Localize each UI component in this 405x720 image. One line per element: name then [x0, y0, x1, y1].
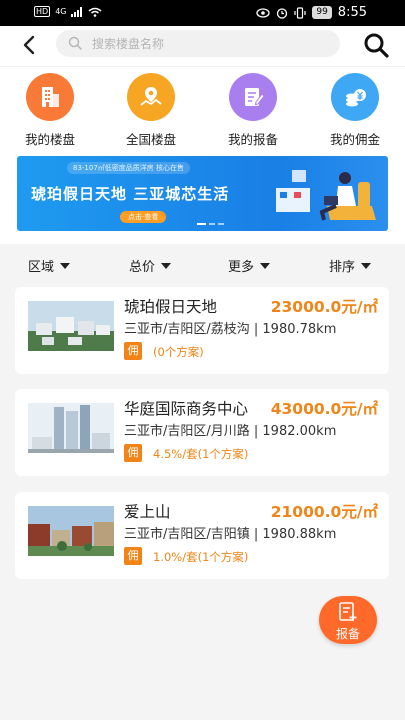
banner-subtitle: 83-107㎡低密度品质洋房 核心在售	[67, 162, 191, 174]
search-icon	[68, 36, 82, 50]
promo-banner[interactable]: 83-107㎡低密度品质洋房 核心在售 琥珀假日天地 三亚城芯生活 点击·查看	[17, 156, 388, 231]
listing-name: 琥珀假日天地	[124, 298, 218, 316]
quick-action-national-properties[interactable]: 全国楼盘	[111, 73, 191, 148]
listing-image	[28, 301, 114, 351]
listing-price: 21000.0元/㎡	[270, 503, 378, 521]
filter-total-price[interactable]: 总价	[129, 256, 172, 275]
dropdown-icon	[260, 262, 271, 269]
alarm-icon	[277, 7, 288, 19]
quick-action-label: 我的楼盘	[24, 132, 75, 147]
listing-name: 华庭国际商务中心	[124, 400, 249, 418]
add-report-icon	[339, 602, 357, 621]
battery-level: 99	[312, 6, 332, 19]
filter-label: 更多	[228, 260, 255, 275]
listing-card[interactable]: 爱上山 21000.0元/㎡ 三亚市/吉阳区/吉阳镇 | 1980.88km 佣…	[15, 492, 389, 579]
search-icon	[364, 33, 389, 58]
back-button[interactable]	[18, 31, 42, 59]
banner-illustration-icon	[276, 170, 376, 221]
wifi-icon	[89, 7, 102, 17]
banner-button[interactable]: 点击·查看	[120, 211, 167, 223]
listing-card[interactable]: 琥珀假日天地 23000.0元/㎡ 三亚市/吉阳区/荔枝沟 | 1980.78k…	[15, 287, 389, 374]
listing-price: 23000.0元/㎡	[270, 298, 378, 316]
commission-info: (0个方案)	[153, 345, 204, 359]
map-pin-icon	[140, 87, 162, 106]
quick-action-label: 我的佣金	[329, 132, 380, 147]
listing-price: 43000.0元/㎡	[270, 400, 378, 418]
filter-label: 排序	[329, 260, 356, 275]
signal-icon	[71, 6, 83, 17]
report-button[interactable]: 报备	[319, 596, 377, 644]
filter-more[interactable]: 更多	[228, 256, 271, 275]
dropdown-icon	[161, 262, 172, 269]
quick-action-label: 我的报备	[227, 132, 278, 147]
edit-document-icon	[245, 88, 265, 106]
listing-image	[28, 506, 114, 556]
building-icon	[42, 87, 59, 107]
quick-action-my-commission[interactable]: 我的佣金	[315, 73, 395, 148]
filter-sort[interactable]: 排序	[329, 256, 372, 275]
quick-action-icon-bg	[229, 73, 277, 121]
commission-info: 4.5%/套(1个方案)	[153, 447, 249, 461]
vibrate-icon	[294, 6, 306, 19]
quick-actions: 我的楼盘 全国楼盘 我的报备 我的佣金	[0, 66, 405, 148]
filter-area[interactable]: 区域	[28, 256, 71, 275]
report-button-label: 报备	[335, 627, 360, 641]
listing-address: 三亚市/吉阳区/吉阳镇 | 1980.88km	[124, 527, 337, 542]
network-type: 4G	[55, 7, 67, 16]
quick-action-icon-bg	[26, 73, 74, 121]
dropdown-icon	[361, 262, 372, 269]
top-bar: 搜索楼盘名称	[0, 26, 405, 66]
quick-action-my-properties[interactable]: 我的楼盘	[10, 73, 90, 148]
filter-bar: 区域 总价 更多 排序	[0, 244, 405, 284]
listing-address: 三亚市/吉阳区/月川路 | 1982.00km	[124, 424, 337, 439]
dropdown-icon	[60, 262, 71, 269]
commission-badge: 佣	[124, 342, 142, 360]
status-bar: HD 4G 99 8:55	[0, 0, 405, 26]
quick-action-icon-bg	[127, 73, 175, 121]
quick-action-icon-bg	[331, 73, 379, 121]
search-placeholder: 搜索楼盘名称	[92, 37, 165, 51]
clock: 8:55	[337, 5, 367, 20]
quick-action-my-reports[interactable]: 我的报备	[213, 73, 293, 148]
commission-badge: 佣	[124, 444, 142, 462]
commission-info: 1.0%/套(1个方案)	[153, 550, 249, 564]
search-button[interactable]	[362, 31, 390, 59]
eye-icon	[256, 7, 270, 18]
commission-badge: 佣	[124, 547, 142, 565]
hd-badge: HD	[34, 6, 51, 17]
filter-label: 区域	[28, 260, 55, 275]
banner-pagination	[197, 223, 224, 225]
search-input[interactable]: 搜索楼盘名称	[56, 30, 340, 57]
filter-label: 总价	[129, 260, 156, 275]
banner-title: 琥珀假日天地 三亚城芯生活	[31, 185, 230, 203]
listing-image	[28, 403, 114, 453]
back-arrow-icon	[23, 35, 35, 55]
coins-yen-icon	[346, 89, 366, 107]
listing-address: 三亚市/吉阳区/荔枝沟 | 1980.78km	[124, 322, 337, 337]
listing-card[interactable]: 华庭国际商务中心 43000.0元/㎡ 三亚市/吉阳区/月川路 | 1982.0…	[15, 389, 389, 476]
quick-action-label: 全国楼盘	[125, 132, 176, 147]
listing-name: 爱上山	[124, 503, 171, 521]
banner-section: 83-107㎡低密度品质洋房 核心在售 琥珀假日天地 三亚城芯生活 点击·查看	[0, 148, 405, 244]
